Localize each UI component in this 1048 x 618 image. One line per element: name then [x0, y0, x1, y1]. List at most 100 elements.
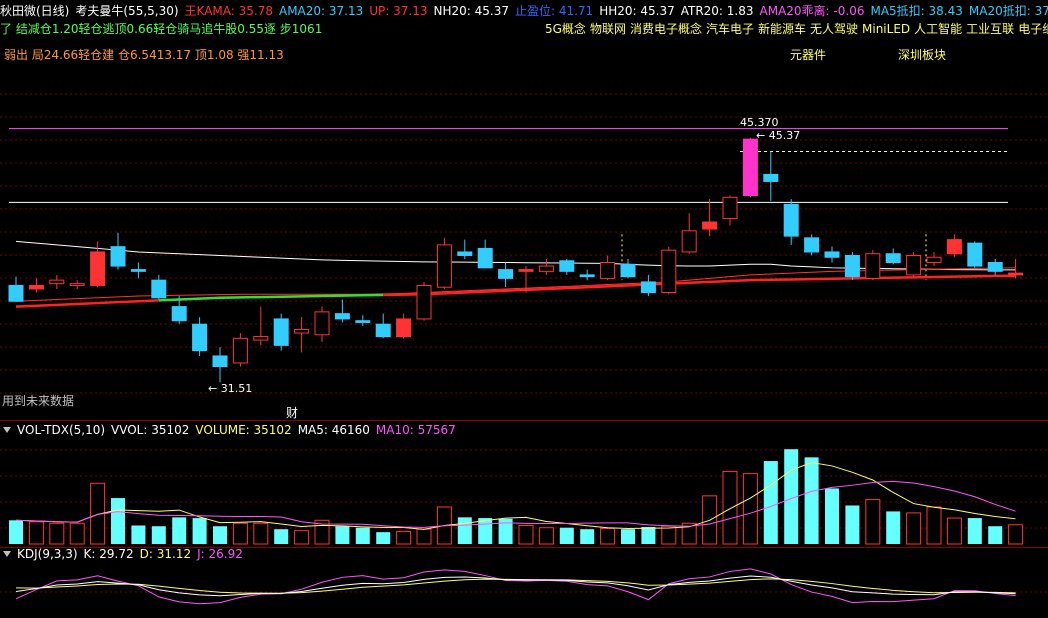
- candle: [967, 242, 983, 267]
- candle: [600, 262, 616, 279]
- candle: [722, 196, 738, 219]
- candle: [824, 251, 840, 258]
- volume-bar: [151, 526, 166, 544]
- candle: [518, 269, 534, 272]
- candle: [987, 262, 1003, 272]
- kdj-indicator-name[interactable]: KDJ(9,3,3): [17, 547, 78, 561]
- candle: [926, 256, 942, 264]
- candle: [151, 279, 167, 299]
- candle: [457, 251, 473, 256]
- volume-bar: [988, 526, 1003, 544]
- candle: [212, 355, 228, 368]
- candle: [416, 284, 432, 320]
- volume-bar: [865, 499, 881, 545]
- candlestick-chart[interactable]: 45.370← 45.37 ← 31.51: [0, 0, 1048, 420]
- panel-separator: [0, 420, 1048, 421]
- volume-bar: [641, 526, 656, 544]
- volume-bar: [559, 527, 574, 544]
- finance-marker[interactable]: 财: [286, 405, 299, 421]
- candle: [702, 221, 718, 230]
- candle: [742, 138, 758, 197]
- candle: [477, 247, 493, 269]
- volume-bar: [192, 518, 207, 544]
- future-data-note: 用到未来数据: [2, 394, 75, 408]
- kdj-chart[interactable]: [0, 562, 1048, 618]
- candle: [294, 329, 310, 334]
- volume-bar: [742, 473, 758, 545]
- candle: [579, 274, 595, 278]
- volume-bar: [825, 488, 839, 544]
- kdj-value-0: K: 29.72: [83, 547, 134, 561]
- vol-value-0: VVOL: 35102: [111, 423, 190, 437]
- volume-bar: [213, 526, 227, 544]
- volume-bar: [946, 517, 962, 545]
- kama-line: [383, 274, 1016, 297]
- candle: [640, 281, 656, 293]
- candle: [1008, 272, 1024, 276]
- volume-bar: [111, 498, 125, 544]
- volume-bar: [621, 529, 635, 544]
- volume-bar: [926, 506, 942, 545]
- candle: [355, 320, 371, 323]
- kdj-j-line: [15, 568, 1016, 605]
- vol-value-1: VOLUME: 35102: [195, 423, 292, 437]
- volume-bar: [804, 457, 819, 544]
- candle: [906, 254, 922, 276]
- candle: [436, 244, 452, 288]
- candle: [396, 318, 412, 338]
- candle: [763, 173, 779, 182]
- vol-value-2: MA5: 46160: [297, 423, 370, 437]
- candle: [783, 203, 799, 237]
- volume-bar: [580, 529, 595, 544]
- collapse-triangle-icon[interactable]: [3, 427, 11, 433]
- candle: [681, 230, 697, 253]
- candle: [49, 279, 65, 285]
- volume-bar: [886, 511, 901, 544]
- volume-bar: [355, 527, 370, 544]
- volume-chart[interactable]: [0, 438, 1048, 548]
- volume-bar: [49, 522, 65, 545]
- volume-bar: [69, 522, 85, 545]
- vol-indicator-name[interactable]: VOL-TDX(5,10): [17, 423, 105, 437]
- candle: [885, 253, 901, 264]
- candle: [232, 337, 248, 364]
- volume-bar: [763, 461, 778, 544]
- candle: [171, 306, 187, 322]
- candle: [559, 260, 575, 272]
- high-price-label: 45.370: [740, 116, 779, 129]
- kama-line-green: [158, 293, 384, 302]
- volume-bar: [9, 520, 23, 544]
- volume-bar: [906, 512, 922, 545]
- volume-bar: [232, 522, 248, 545]
- candle: [498, 269, 514, 279]
- volume-bar: [478, 518, 493, 544]
- volume-bar: [335, 526, 350, 544]
- volume-bar: [518, 524, 534, 545]
- volume-bar: [1008, 524, 1024, 545]
- volume-bar: [845, 505, 860, 544]
- volume-bar: [376, 532, 391, 544]
- candle: [253, 336, 269, 341]
- high-price-label-2: ← 45.37: [756, 129, 800, 142]
- volume-bar: [722, 470, 738, 545]
- volume-bar: [967, 518, 982, 544]
- collapse-triangle-icon[interactable]: [3, 551, 11, 557]
- candle: [273, 318, 289, 346]
- candle: [28, 284, 44, 290]
- volume-bar: [600, 527, 616, 545]
- candle: [192, 323, 208, 352]
- vol-value-3: MA10: 57567: [375, 423, 456, 437]
- vol-header: VOL-TDX(5,10) VVOL: 35102 VOLUME: 35102 MA5…: [0, 422, 468, 438]
- volume-bar: [28, 521, 44, 545]
- candle: [90, 251, 106, 286]
- candle: [620, 263, 636, 278]
- volume-bar: [457, 517, 472, 544]
- volume-bar: [416, 528, 432, 545]
- volume-bar: [253, 522, 269, 545]
- candle: [8, 284, 24, 302]
- volume-bar: [294, 530, 310, 545]
- kdj-value-2: J: 26.92: [197, 547, 243, 561]
- candle: [661, 249, 677, 293]
- volume-bar: [538, 527, 554, 545]
- candle: [946, 239, 962, 255]
